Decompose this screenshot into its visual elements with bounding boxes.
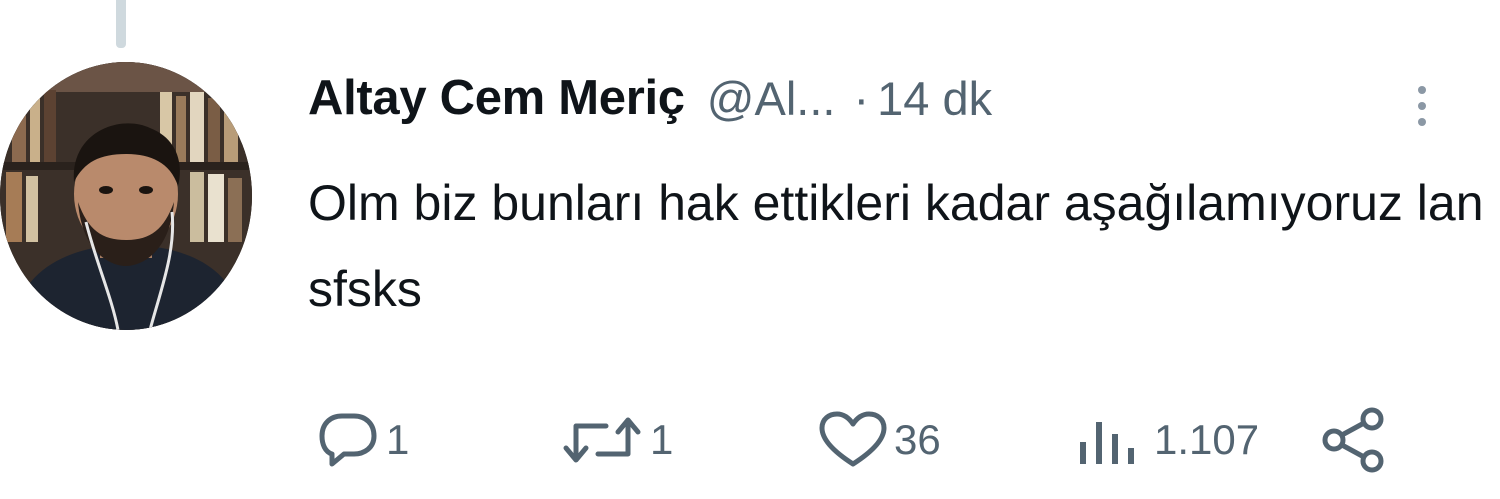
share-icon	[1320, 405, 1390, 475]
reply-button[interactable]: 1	[316, 400, 409, 480]
like-count: 36	[894, 416, 941, 463]
reply-icon	[316, 408, 380, 472]
retweet-count: 1	[650, 416, 674, 463]
views-count: 1.107	[1154, 416, 1260, 463]
author-handle[interactable]: @Al...	[707, 71, 836, 126]
author-name[interactable]: Altay Cem Meriç	[308, 70, 685, 126]
views-icon	[1072, 408, 1148, 472]
retweet-button[interactable]: 1	[560, 400, 673, 480]
heart-icon	[818, 408, 888, 472]
like-button[interactable]: 36	[818, 400, 941, 480]
more-options-icon[interactable]	[1410, 84, 1434, 128]
retweet-icon	[560, 408, 644, 472]
action-bar: 1 1 36 1.107	[0, 400, 1500, 480]
timestamp[interactable]: 14 dk	[877, 71, 992, 126]
tweet-header: Altay Cem Meriç @Al... · 14 dk	[308, 62, 992, 134]
thread-connector-line	[116, 0, 126, 48]
avatar[interactable]	[0, 62, 252, 330]
tweet-text: Olm biz bunları hak ettikleri kadar aşağ…	[308, 175, 1484, 317]
views-button[interactable]: 1.107	[1072, 400, 1259, 480]
reply-count: 1	[386, 416, 410, 463]
separator-dot: ·	[853, 71, 870, 125]
share-button[interactable]	[1320, 400, 1390, 480]
